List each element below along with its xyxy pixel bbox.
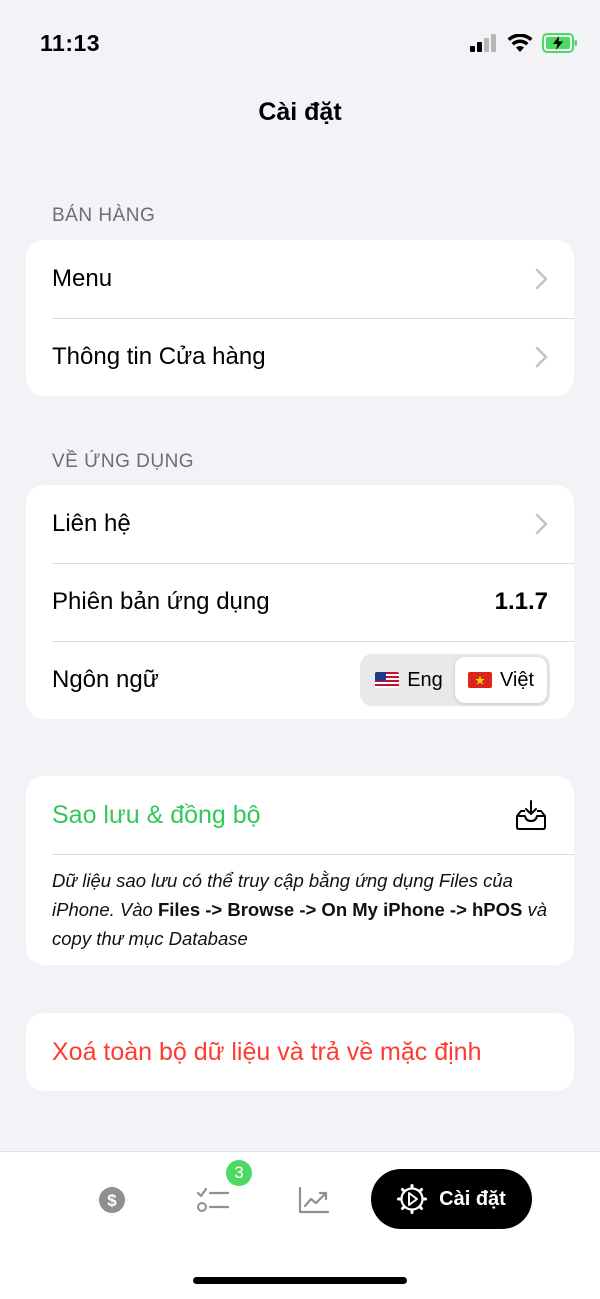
svg-text:$: $ [107, 1191, 117, 1210]
dollar-circle-icon: $ [99, 1187, 125, 1213]
contact-row[interactable]: Liên hệ [26, 485, 574, 563]
battery-charging-icon [542, 33, 577, 53]
us-flag-icon [375, 672, 400, 688]
version-label: Phiên bản ứng dụng [52, 588, 270, 615]
sales-card: Menu Thông tin Cửa hàng [26, 240, 574, 396]
language-option-viet-label: Việt [499, 668, 535, 691]
tab-settings-label: Cài đặt [439, 1187, 506, 1210]
tab-settings[interactable]: Cài đặt [371, 1169, 532, 1229]
section-header-app: VỀ ỨNG DỤNG [52, 451, 195, 472]
checklist-icon [196, 1187, 230, 1212]
chevron-right-icon [535, 513, 548, 535]
language-option-eng-label: Eng [407, 668, 443, 691]
version-row: Phiên bản ứng dụng 1.1.7 [26, 563, 574, 641]
reset-row[interactable]: Xoá toàn bộ dữ liệu và trả về mặc định [26, 1013, 574, 1091]
home-indicator [193, 1277, 407, 1284]
status-time: 11:13 [40, 30, 101, 56]
status-bar: 11:13 [0, 0, 600, 88]
orders-badge: 3 [226, 1160, 252, 1186]
menu-label: Menu [52, 265, 113, 292]
language-label: Ngôn ngữ [52, 666, 159, 693]
app-card: Liên hệ Phiên bản ứng dụng 1.1.7 Ngôn ng… [26, 485, 574, 719]
backup-note: Dữ liệu sao lưu có thể truy cập bằng ứng… [26, 854, 574, 965]
tab-orders[interactable]: 3 [196, 1160, 252, 1214]
gear-icon [397, 1184, 428, 1214]
chevron-right-icon [535, 268, 548, 290]
section-header-sales: BÁN HÀNG [52, 205, 156, 226]
vn-flag-icon [467, 672, 492, 688]
status-icons [470, 33, 578, 53]
reset-card: Xoá toàn bộ dữ liệu và trả về mặc định [26, 1013, 574, 1091]
language-option-eng[interactable]: Eng [363, 657, 455, 703]
page-title: Cài đặt [258, 98, 342, 126]
chevron-right-icon [535, 346, 548, 368]
chart-trend-icon [298, 1186, 330, 1214]
menu-row[interactable]: Menu [26, 240, 574, 318]
store-info-label: Thông tin Cửa hàng [52, 343, 266, 370]
wifi-icon [507, 33, 533, 52]
backup-title: Sao lưu & đồng bộ [52, 800, 261, 829]
language-option-viet[interactable]: Việt [455, 657, 547, 703]
tab-sales[interactable]: $ [98, 1186, 126, 1214]
backup-card: Sao lưu & đồng bộ Dữ liệu sao lưu có thể… [26, 776, 574, 965]
version-value: 1.1.7 [494, 588, 548, 615]
language-row: Ngôn ngữ Eng Việt [26, 641, 574, 719]
tab-reports[interactable] [298, 1186, 330, 1214]
backup-row[interactable]: Sao lưu & đồng bộ [26, 776, 574, 854]
cellular-signal-icon [470, 34, 496, 52]
contact-label: Liên hệ [52, 510, 131, 537]
tray-download-icon [516, 800, 546, 830]
reset-label: Xoá toàn bộ dữ liệu và trả về mặc định [52, 1037, 482, 1066]
store-info-row[interactable]: Thông tin Cửa hàng [26, 318, 574, 396]
backup-note-path: Files -> Browse -> On My iPhone -> hPOS [157, 899, 523, 920]
language-segmented-control[interactable]: Eng Việt [360, 654, 550, 706]
